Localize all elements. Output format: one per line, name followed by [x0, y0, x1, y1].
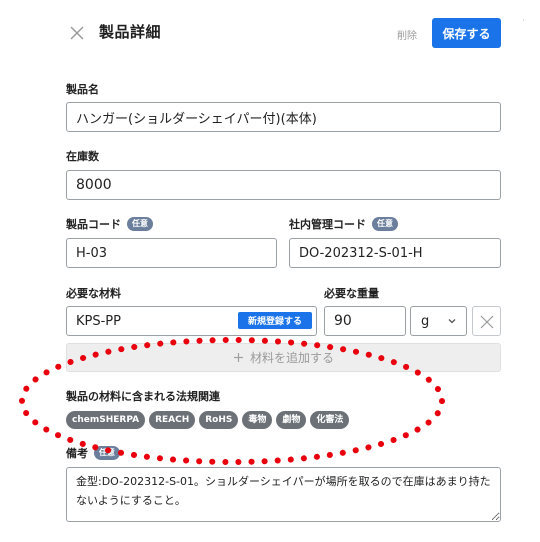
remove-material-button[interactable] — [472, 306, 501, 336]
unit-select-value: g — [421, 313, 430, 329]
edge-mark: · — [522, 16, 525, 26]
header: 製品詳細 削除 保存する · — [0, 0, 540, 64]
add-material-button[interactable]: 材料を追加する — [66, 343, 501, 372]
notes-textarea[interactable]: 金型:DO-202312-S-01。ショルダーシェイパーが場所を取るので在庫はあ… — [66, 467, 501, 522]
regulation-chip: chemSHERPA — [66, 411, 146, 429]
save-button[interactable]: 保存する — [432, 18, 501, 48]
regulation-chip: RoHS — [199, 411, 239, 429]
stock-label: 在庫数 — [66, 148, 99, 164]
notes-label: 備考 任意 — [66, 445, 120, 461]
stock-input[interactable] — [66, 170, 501, 200]
product-name-label-text: 製品名 — [66, 83, 99, 96]
product-code-label: 製品コード 任意 — [66, 216, 153, 232]
regulation-chip: 化審法 — [310, 411, 350, 429]
optional-tag: 任意 — [372, 217, 398, 231]
internal-code-label-text: 社内管理コード — [289, 218, 366, 231]
page-title: 製品詳細 — [99, 23, 162, 41]
regulation-chip: REACH — [149, 411, 196, 429]
regulations-label-text: 製品の材料に含まれる法規関連 — [66, 390, 220, 403]
plus-icon — [233, 353, 243, 362]
product-detail-panel: 製品詳細 削除 保存する · 製品名 在庫数 製品コード 任意 社内管理コード … — [0, 0, 540, 542]
internal-code-label: 社内管理コード 任意 — [289, 216, 398, 232]
regulations-label: 製品の材料に含まれる法規関連 — [66, 388, 220, 404]
chevron-down-icon — [448, 319, 456, 324]
materials-label-text: 必要な材料 — [66, 287, 121, 300]
regulation-chips: chemSHERPA REACH RoHS 毒物 劇物 化審法 — [66, 411, 350, 429]
optional-tag: 任意 — [94, 446, 120, 460]
materials-label: 必要な材料 — [66, 285, 121, 301]
weight-input[interactable] — [324, 306, 406, 336]
close-button[interactable] — [66, 22, 88, 44]
delete-button[interactable]: 削除 — [397, 27, 417, 42]
product-code-label-text: 製品コード — [66, 218, 121, 231]
regulation-chip: 毒物 — [242, 411, 273, 429]
internal-code-input[interactable] — [289, 238, 501, 268]
weight-label: 必要な重量 — [324, 285, 379, 301]
regulation-chip: 劇物 — [276, 411, 307, 429]
optional-tag: 任意 — [127, 217, 153, 231]
weight-label-text: 必要な重量 — [324, 287, 379, 300]
product-name-label: 製品名 — [66, 81, 99, 97]
stock-label-text: 在庫数 — [66, 150, 99, 163]
new-register-button[interactable]: 新規登録する — [238, 312, 312, 329]
close-icon — [480, 315, 494, 329]
unit-select[interactable]: g — [410, 306, 467, 336]
add-material-label: 材料を追加する — [249, 351, 334, 365]
notes-label-text: 備考 — [66, 447, 88, 460]
close-icon — [70, 26, 84, 40]
product-name-input[interactable] — [66, 102, 501, 132]
product-code-input[interactable] — [66, 238, 277, 268]
